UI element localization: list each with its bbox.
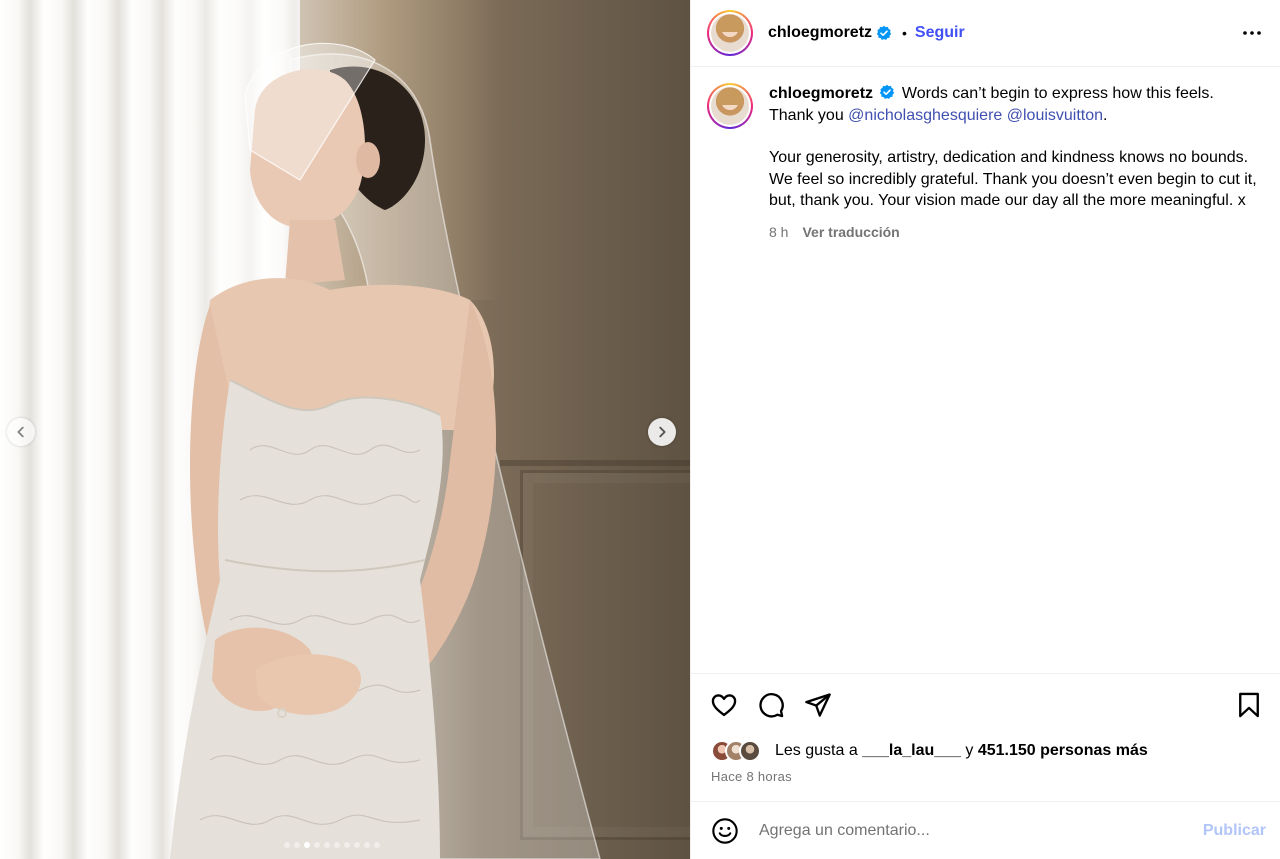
next-slide-button[interactable] (648, 418, 676, 446)
post-header: chloegmoretz • Seguir (691, 0, 1280, 67)
carousel-dot (344, 842, 350, 848)
follow-button[interactable]: Seguir (915, 24, 965, 42)
likes-count-link[interactable]: 451.150 personas más (978, 742, 1148, 759)
caption-second-paragraph: Your generosity, artistry, dedication an… (769, 149, 1257, 209)
comment-input[interactable] (759, 821, 1203, 840)
carousel-dot (354, 842, 360, 848)
likes-connector: y (965, 742, 974, 759)
bride-figure (170, 42, 601, 859)
liker-username-link[interactable]: ___la_lau___ (862, 742, 961, 759)
carousel-dot (304, 842, 310, 848)
mention-link-nicholasghesquiere[interactable]: @nicholasghesquiere (848, 107, 1002, 124)
avatar-frame (709, 12, 751, 54)
action-bar (691, 673, 1280, 735)
caption-username-link[interactable]: chloegmoretz (769, 85, 873, 102)
save-button[interactable] (1234, 690, 1264, 720)
emoji-smile-icon[interactable] (711, 817, 739, 845)
bookmark-icon (1239, 692, 1259, 717)
mention-link-louisvuitton[interactable]: @louisvuitton (1007, 107, 1103, 124)
heart-icon (711, 693, 737, 716)
carousel-dot (364, 842, 370, 848)
likes-text: Les gusta a ___la_lau___ y 451.150 perso… (775, 742, 1148, 760)
avatar[interactable] (707, 10, 753, 56)
caption-time-ago: 8 h (769, 223, 789, 240)
verified-badge-icon (876, 25, 892, 40)
caption-avatar[interactable] (707, 83, 753, 129)
previous-slide-button[interactable] (7, 418, 35, 446)
carousel-dot (294, 842, 300, 848)
comment-button[interactable] (756, 690, 786, 720)
carousel-indicator (284, 842, 380, 848)
caption-thank-you: Thank you (769, 106, 844, 124)
carousel-dot (314, 842, 320, 848)
chevron-right-icon (659, 426, 666, 438)
more-horizontal-icon (1243, 31, 1261, 35)
instagram-post-modal: chloegmoretz • Seguir chloegmoretz Words… (0, 0, 1280, 859)
post-timestamp[interactable]: Hace 8 horas (691, 765, 1280, 801)
carousel-dot (334, 842, 340, 848)
carousel-dot (284, 842, 290, 848)
verified-badge-icon (880, 84, 895, 99)
header-separator: • (902, 25, 907, 41)
paper-plane-icon (805, 692, 831, 717)
carousel-dot (374, 842, 380, 848)
share-button[interactable] (803, 690, 833, 720)
caption-first-paragraph: chloegmoretz Words can’t begin to expres… (769, 83, 1259, 126)
publish-comment-button[interactable]: Publicar (1203, 822, 1266, 840)
caption-section: chloegmoretz Words can’t begin to expres… (691, 67, 1280, 673)
more-options-button[interactable] (1240, 21, 1264, 45)
caption-meta: 8 h Ver traducción (769, 222, 1259, 244)
comment-bubble-icon (759, 692, 784, 717)
liker-avatars (711, 740, 771, 762)
avatar-frame (709, 85, 751, 127)
caption-period: . (1103, 106, 1108, 124)
likes-summary: Les gusta a ___la_lau___ y 451.150 perso… (691, 735, 1280, 765)
liker-avatar[interactable] (739, 740, 761, 762)
avatar-image (711, 14, 749, 52)
username-link[interactable]: chloegmoretz (768, 24, 872, 42)
avatar-image (711, 87, 749, 125)
likes-prefix: Les gusta a (775, 742, 858, 759)
see-translation-button[interactable]: Ver traducción (802, 222, 899, 244)
post-details-panel: chloegmoretz • Seguir chloegmoretz Words… (690, 0, 1280, 859)
chevron-left-icon (17, 426, 24, 438)
like-button[interactable] (709, 690, 739, 720)
post-photo[interactable] (0, 0, 690, 859)
carousel-dot (324, 842, 330, 848)
caption-line-1: Words can’t begin to express how this fe… (901, 85, 1214, 102)
caption-text: chloegmoretz Words can’t begin to expres… (769, 83, 1259, 673)
comment-composer: Publicar (691, 801, 1280, 859)
